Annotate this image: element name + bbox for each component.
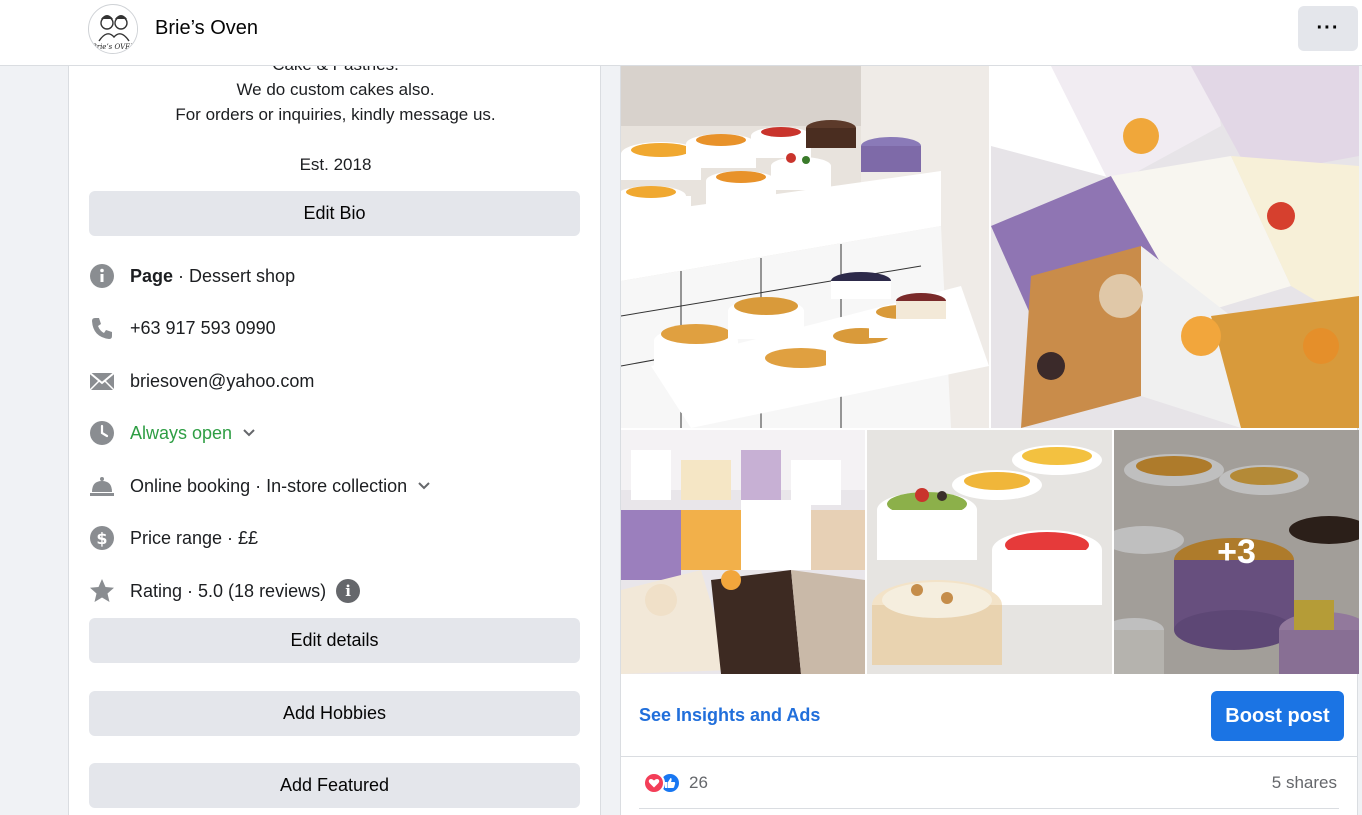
more-photos-overlay: +3 bbox=[1114, 430, 1359, 674]
add-hobbies-button[interactable]: Add Hobbies bbox=[89, 691, 580, 736]
detail-phone: +63 917 593 0990 bbox=[89, 313, 569, 343]
category-text: · Dessert shop bbox=[173, 265, 296, 286]
detail-price: $ Price range · ££ bbox=[89, 523, 569, 553]
more-dots-icon: ··· bbox=[1316, 17, 1340, 39]
post-card: +3 See Insights and Ads Boost post 26 5 … bbox=[620, 66, 1359, 815]
detail-category: Page · Dessert shop bbox=[89, 261, 569, 291]
post-photo[interactable] bbox=[991, 66, 1359, 428]
hours-status: Always open bbox=[130, 422, 233, 443]
price-range: Price range · ££ bbox=[130, 527, 259, 548]
info-icon[interactable]: i bbox=[336, 579, 361, 603]
brie-logo-icon: Brie’s OVEN bbox=[90, 6, 138, 53]
clock-icon bbox=[89, 420, 115, 446]
heart-reaction-icon bbox=[643, 772, 665, 794]
post-photo[interactable] bbox=[621, 66, 989, 428]
phone-number[interactable]: +63 917 593 0990 bbox=[130, 318, 276, 339]
service-bell-icon bbox=[89, 473, 115, 499]
edit-details-button[interactable]: Edit details bbox=[89, 618, 580, 663]
reactions-summary[interactable]: 26 bbox=[643, 771, 708, 795]
services-text: Online booking · In-store collection bbox=[130, 475, 408, 496]
detail-email: briesoven@yahoo.com bbox=[89, 366, 569, 396]
svg-text:$: $ bbox=[96, 529, 107, 548]
page-bio: Cake & Pastries. We do custom cakes also… bbox=[69, 66, 600, 177]
page-title[interactable]: Brie’s Oven bbox=[155, 17, 258, 40]
detail-rating: Rating · 5.0 (18 reviews) i bbox=[89, 576, 569, 606]
bio-line bbox=[69, 127, 600, 152]
boost-post-button[interactable]: Boost post bbox=[1211, 691, 1344, 741]
reaction-count: 26 bbox=[689, 773, 708, 792]
divider bbox=[621, 756, 1357, 757]
bio-line: For orders or inquiries, kindly message … bbox=[175, 105, 496, 124]
dollar-icon: $ bbox=[89, 525, 115, 551]
post-photo-more[interactable]: +3 bbox=[1114, 430, 1359, 674]
shares-count[interactable]: 5 shares bbox=[1272, 773, 1337, 793]
see-insights-link[interactable]: See Insights and Ads bbox=[639, 705, 820, 726]
star-icon bbox=[89, 578, 115, 604]
category-prefix: Page bbox=[130, 265, 174, 286]
info-icon bbox=[89, 263, 115, 289]
add-featured-button[interactable]: Add Featured bbox=[89, 763, 580, 808]
chevron-down-icon[interactable] bbox=[417, 481, 431, 491]
divider bbox=[639, 808, 1339, 809]
post-photo[interactable] bbox=[867, 430, 1112, 674]
page-avatar[interactable]: Brie’s OVEN bbox=[88, 4, 138, 54]
post-photo[interactable] bbox=[621, 430, 865, 674]
bio-line: Est. 2018 bbox=[299, 155, 372, 174]
phone-icon bbox=[89, 315, 115, 341]
detail-services[interactable]: Online booking · In-store collection bbox=[89, 471, 569, 501]
envelope-icon bbox=[89, 368, 115, 394]
chevron-down-icon[interactable] bbox=[242, 428, 256, 438]
intro-card: Cake & Pastries. We do custom cakes also… bbox=[68, 66, 601, 815]
email-address[interactable]: briesoven@yahoo.com bbox=[130, 371, 314, 392]
edit-bio-button[interactable]: Edit Bio bbox=[89, 191, 580, 236]
detail-hours[interactable]: Always open bbox=[89, 418, 569, 448]
rating-text: Rating · 5.0 (18 reviews) bbox=[130, 580, 327, 601]
page-header-bar: Brie’s OVEN Brie’s Oven ··· bbox=[0, 0, 1362, 66]
bio-line: We do custom cakes also. bbox=[236, 80, 435, 99]
bio-line: Cake & Pastries. bbox=[69, 66, 600, 77]
avatar-logo-text: Brie’s OVEN bbox=[91, 43, 138, 51]
more-options-button[interactable]: ··· bbox=[1298, 6, 1358, 51]
